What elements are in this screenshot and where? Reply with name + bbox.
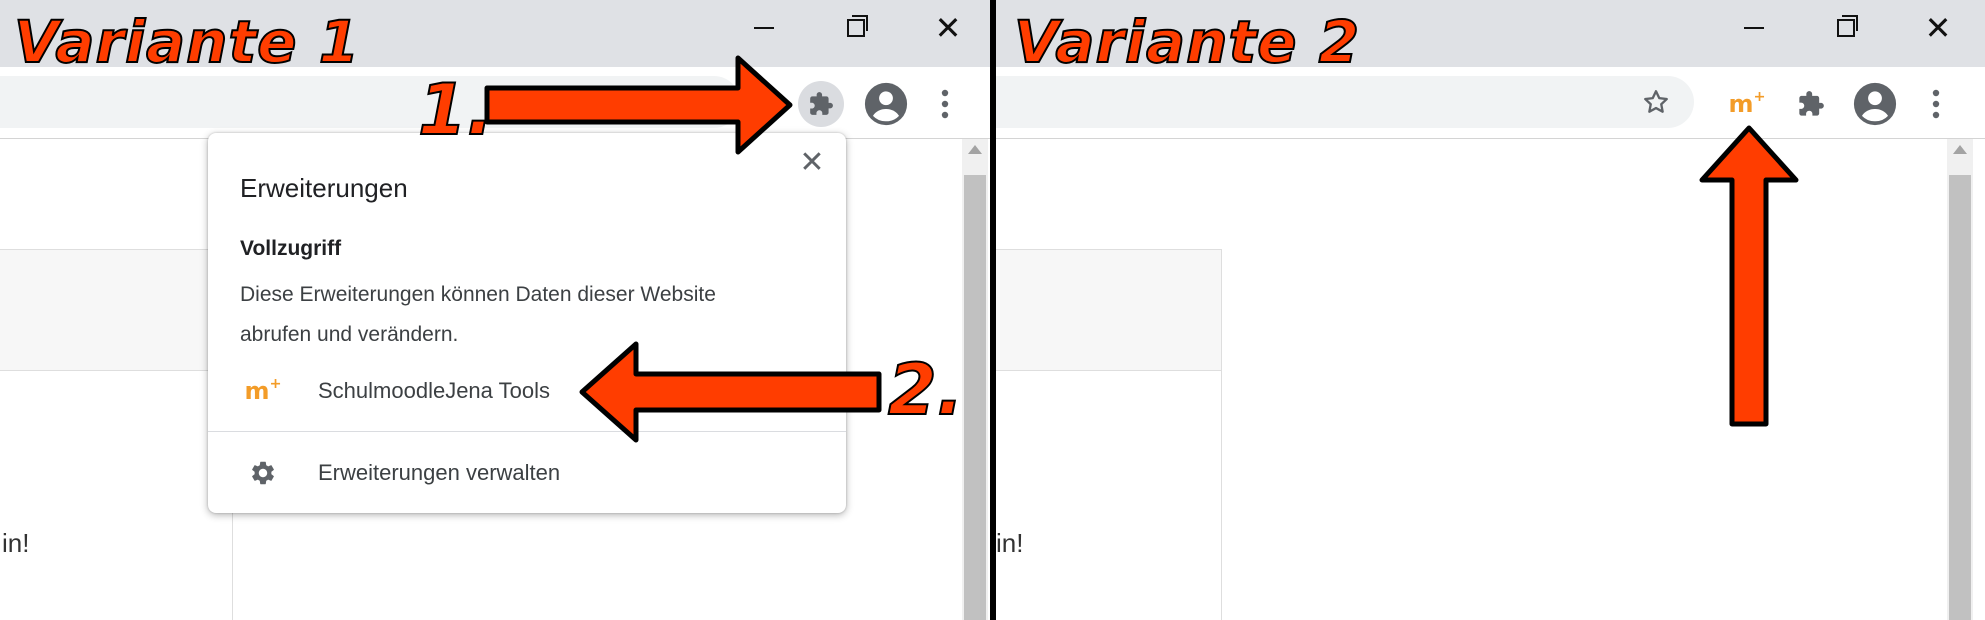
manage-extensions-item[interactable]: Erweiterungen verwalten <box>208 445 846 501</box>
extensions-popup: Erweiterungen ✕ Vollzugriff Diese Erweit… <box>208 133 846 513</box>
moodle-plus-icon: m+ <box>1728 89 1766 118</box>
content-card-left <box>996 249 1222 620</box>
window-close-button[interactable]: ✕ <box>924 6 972 50</box>
variant-2-pane: ✕ Variante 2 m+ in! <box>996 0 1985 620</box>
extensions-button[interactable] <box>1788 81 1834 127</box>
minimize-button[interactable] <box>740 6 788 50</box>
maximize-button[interactable] <box>1822 6 1870 50</box>
bookmark-button[interactable] <box>1636 82 1676 122</box>
variant-1-pane: ✕ Variante 1 in! Erweiterungen ✕ Vollzug… <box>0 0 990 620</box>
annotation-step-2: 2. <box>887 349 964 431</box>
browser-toolbar: m+ <box>996 67 1985 139</box>
profile-button[interactable] <box>862 80 910 128</box>
section-description-line-1: Diese Erweiterungen können Daten dieser … <box>240 283 716 306</box>
scroll-thumb[interactable] <box>1949 175 1971 620</box>
minimize-button[interactable] <box>1730 6 1778 50</box>
moodle-plus-icon: m+ <box>244 376 282 405</box>
restore-icon <box>847 15 868 37</box>
puzzle-icon <box>810 92 833 115</box>
annotation-arrow-up <box>1699 125 1799 427</box>
gear-icon <box>252 461 274 485</box>
restore-icon <box>1837 15 1858 37</box>
close-icon: ✕ <box>799 146 825 179</box>
manage-extensions-label: Erweiterungen verwalten <box>318 460 561 485</box>
page-text-fragment: in! <box>996 528 1024 558</box>
annotation-arrow-left <box>579 341 882 443</box>
profile-button[interactable] <box>1851 80 1899 128</box>
page-text-fragment: in! <box>2 528 30 558</box>
address-bar[interactable] <box>996 76 1694 128</box>
kebab-menu-icon <box>941 89 949 119</box>
close-icon: ✕ <box>934 9 962 47</box>
popup-title: Erweiterungen <box>240 173 408 203</box>
kebab-menu-icon <box>1932 89 1940 119</box>
chrome-menu-button[interactable] <box>1921 84 1951 124</box>
star-icon <box>1644 90 1668 113</box>
scroll-up-arrow-icon[interactable] <box>968 145 982 154</box>
page-content: in! <box>996 139 1985 620</box>
scroll-up-arrow-icon[interactable] <box>1953 145 1967 154</box>
vertical-scrollbar[interactable] <box>962 139 988 620</box>
profile-icon <box>1853 82 1897 126</box>
maximize-button[interactable] <box>832 6 880 50</box>
puzzle-icon <box>1799 91 1824 116</box>
extension-label: SchulmoodleJena Tools <box>318 378 550 403</box>
card-header <box>996 250 1221 371</box>
card-header <box>0 250 233 371</box>
vertical-scrollbar[interactable] <box>1947 139 1973 620</box>
annotation-arrow-right <box>484 55 793 155</box>
schulmoodlejena-extension-button[interactable]: m+ <box>1724 81 1770 127</box>
chrome-menu-button[interactable] <box>930 84 960 124</box>
close-icon: ✕ <box>1924 9 1952 47</box>
scroll-thumb[interactable] <box>964 175 986 620</box>
profile-icon <box>864 82 908 126</box>
content-card-left <box>0 249 234 620</box>
minimize-icon <box>1744 27 1764 29</box>
window-close-button[interactable]: ✕ <box>1914 6 1962 50</box>
popup-close-button[interactable]: ✕ <box>796 147 828 179</box>
section-title: Vollzugriff <box>240 237 342 260</box>
extensions-button[interactable] <box>798 81 844 127</box>
annotation-step-1: 1. <box>417 69 494 151</box>
minimize-icon <box>754 27 774 29</box>
